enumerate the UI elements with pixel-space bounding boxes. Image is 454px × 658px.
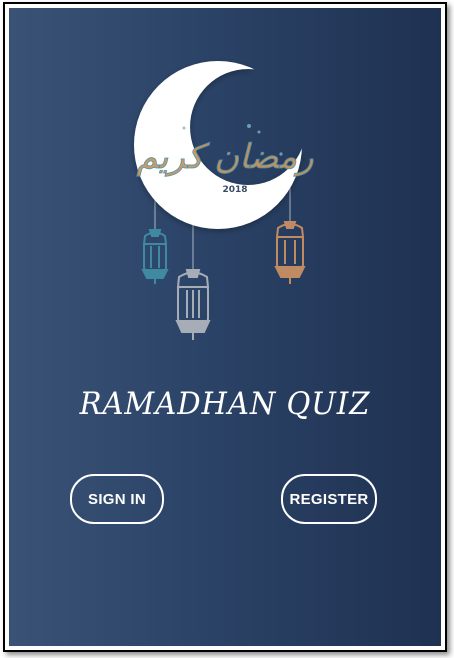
calligraphy-text: رمضان كريم xyxy=(136,137,314,177)
copper-lantern-icon xyxy=(274,221,306,284)
gray-lantern-icon xyxy=(175,269,211,340)
app-screen: رمضان كريم 2018 RAMADHAN QUIZ SIGN IN RE… xyxy=(9,8,441,646)
register-button[interactable]: REGISTER xyxy=(281,474,377,524)
sign-in-button[interactable]: SIGN IN xyxy=(70,474,164,524)
teal-lantern-icon xyxy=(141,229,169,284)
device-frame: رمضان كريم 2018 RAMADHAN QUIZ SIGN IN RE… xyxy=(3,2,447,652)
ramadan-logo: رمضان كريم 2018 xyxy=(134,61,315,340)
logo-year: 2018 xyxy=(222,185,247,195)
app-title: RAMADHAN QUIZ xyxy=(79,386,371,422)
